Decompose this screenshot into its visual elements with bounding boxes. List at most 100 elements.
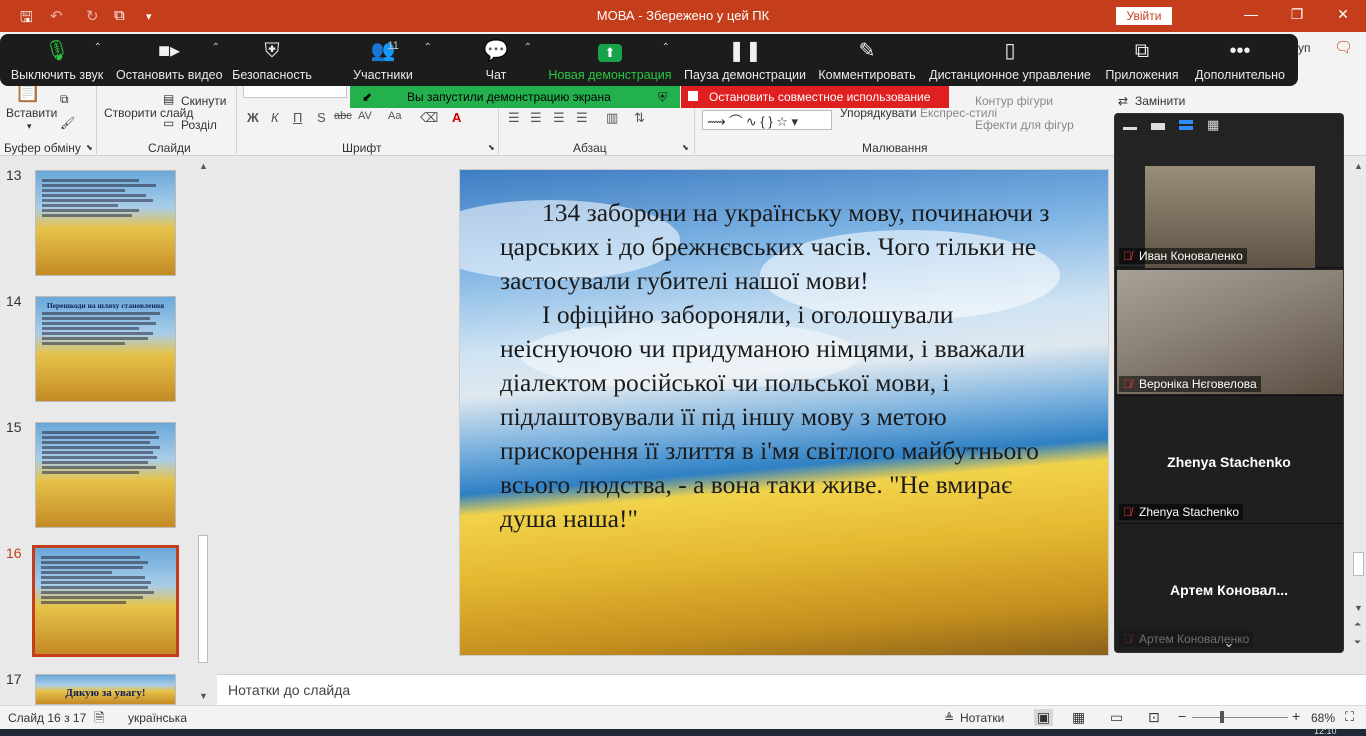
paste-button[interactable]: Вставити (6, 106, 57, 120)
char-spacing-button[interactable]: AV (358, 110, 372, 122)
columns-icon[interactable]: ▥ (606, 110, 618, 126)
copy-icon[interactable]: ⧉ (60, 92, 69, 107)
participant-tile[interactable]: 🎙̸ Иван Коноваленко (1115, 140, 1343, 268)
scroll-up-icon[interactable]: ▲ (199, 161, 208, 171)
shadow-button[interactable]: S (317, 110, 326, 125)
font-name-field[interactable] (243, 84, 347, 98)
zoom-slider[interactable] (1192, 717, 1288, 718)
participant-tile[interactable]: Zhenya Stachenko 🎙̸ Zhenya Stachenko (1115, 396, 1343, 524)
participant-tile[interactable]: 🎙̸ Вероніка Нєговелова (1115, 268, 1343, 396)
align-text-icon[interactable]: ⇅ (634, 110, 645, 126)
participant-tile[interactable]: Артем Коновал... 🎙̸ Артем Коноваленко ⌄ (1115, 524, 1343, 652)
section-icon[interactable]: ▭ (163, 116, 174, 130)
new-share-button[interactable]: ⬆ Новая демонстрация ⌃ (548, 40, 672, 84)
ribbon-tab-partial[interactable]: уп (1298, 41, 1311, 55)
replace-button[interactable]: Замінити (1135, 94, 1185, 108)
language-indicator[interactable]: українська (128, 711, 187, 725)
dialog-launcher-icon[interactable]: ⬊ (682, 143, 689, 152)
normal-view-icon[interactable]: ▣ (1034, 709, 1054, 726)
italic-button[interactable]: К (271, 110, 279, 125)
zoom-in-icon[interactable]: + (1292, 708, 1300, 724)
replace-icon[interactable]: ⇄ (1118, 94, 1128, 108)
prev-slide-icon[interactable]: ⏶ (1354, 619, 1361, 630)
chevron-up-icon[interactable]: ⌃ (524, 42, 532, 53)
slide-body-text[interactable]: 134 заборони на українську мову, починаю… (500, 196, 1060, 536)
participant-name: 🎙̸ Zhenya Stachenko (1119, 504, 1244, 520)
justify-icon[interactable]: ☰ (576, 110, 588, 126)
close-button[interactable]: ✕ (1328, 6, 1358, 23)
remote-control-button[interactable]: ▯ Дистанционное управление (928, 40, 1092, 84)
minimize-button[interactable]: — (1236, 6, 1266, 22)
shapes-gallery[interactable]: ⟿ ⌒ ∿ { } ☆ ▾ (702, 110, 832, 130)
chat-button[interactable]: 💬 Чат ⌃ (474, 40, 532, 84)
scroll-thumb[interactable] (198, 535, 208, 663)
align-center-icon[interactable]: ☰ (530, 110, 542, 126)
align-right-icon[interactable]: ☰ (553, 110, 565, 126)
arrange-button[interactable]: Упорядкувати (840, 106, 917, 120)
zoom-slider-thumb[interactable] (1220, 711, 1224, 723)
drag-handle-icon[interactable]: ⬋ (362, 90, 372, 104)
speaker-notes-field[interactable]: Нотатки до слайда (217, 674, 1366, 705)
thumbnails-scrollbar[interactable]: ▲ ▼ (196, 157, 211, 705)
change-case-button[interactable]: Aa (388, 110, 401, 122)
layout-icon[interactable]: ▤ (163, 92, 174, 106)
gallery-view-icon[interactable]: ▦ (1207, 118, 1221, 131)
thumbnail-slide-13[interactable] (35, 170, 176, 276)
scroll-up-icon[interactable]: ▲ (1354, 161, 1363, 171)
chevron-up-icon[interactable]: ⌃ (662, 42, 670, 53)
shape-outline-button[interactable]: Контур фігури (975, 94, 1053, 108)
font-color-icon[interactable]: A (452, 110, 461, 125)
thumbnail-slide-17[interactable]: Дякую за увагу! (35, 674, 176, 705)
shape-effects-button[interactable]: Ефекти для фігур (975, 118, 1074, 132)
scroll-down-icon[interactable]: ▼ (199, 691, 208, 701)
chevron-down-icon[interactable]: ▾ (27, 121, 32, 132)
mute-button[interactable]: 🎙 Выключить звук ⌃ (10, 40, 104, 84)
stop-video-button[interactable]: ■▸ Остановить видео ⌃ (116, 40, 223, 84)
slide-sorter-icon[interactable]: ▦ (1072, 709, 1085, 726)
zoom-level[interactable]: 68% (1311, 711, 1335, 725)
dialog-launcher-icon[interactable]: ⬊ (86, 143, 93, 152)
slideshow-icon[interactable]: ⊡ (1148, 709, 1160, 726)
reading-view-icon[interactable]: ▭ (1110, 709, 1123, 726)
comment-icon[interactable]: 🗨 (1334, 38, 1353, 56)
sign-in-button[interactable]: Увійти (1116, 7, 1172, 25)
section-button[interactable]: Розділ (181, 118, 217, 132)
clear-formatting-icon[interactable]: ⌫ (420, 110, 438, 126)
participants-button[interactable]: 👥 11 Участники ⌃ (346, 40, 432, 84)
thumbnail-slide-16[interactable] (32, 545, 179, 657)
strikethrough-button[interactable]: abc (334, 110, 352, 122)
reset-button[interactable]: Скинути (181, 94, 226, 108)
speaker-view-icon[interactable] (1179, 120, 1193, 124)
scroll-down-chevron-icon[interactable]: ⌄ (1115, 635, 1343, 651)
format-painter-icon[interactable]: 🖌 (60, 116, 75, 130)
notes-toggle-button[interactable]: Нотатки (960, 711, 1004, 725)
align-left-icon[interactable]: ☰ (508, 110, 520, 126)
thumbnail-view-icon[interactable] (1151, 123, 1165, 130)
restore-button[interactable]: ❐ (1282, 6, 1312, 23)
scroll-down-icon[interactable]: ▼ (1354, 603, 1363, 613)
zoom-out-icon[interactable]: − (1178, 708, 1186, 724)
chevron-up-icon[interactable]: ⌃ (424, 42, 432, 53)
pause-share-button[interactable]: ❚❚ Пауза демонстрации (684, 40, 806, 84)
thumbnail-title: Перешкоди на шляху становлення (46, 301, 165, 310)
annotate-button[interactable]: ✎ Комментировать (816, 40, 918, 84)
stop-share-button[interactable]: Остановить совместное использование (681, 86, 949, 108)
fit-to-window-icon[interactable]: ⛶ (1345, 709, 1354, 725)
slide-scrollbar[interactable]: ▲ ▼ ⏶ ⏷ (1350, 157, 1366, 672)
apps-button[interactable]: ⧉ Приложения (1102, 40, 1182, 84)
security-button[interactable]: ⛨ Безопасность (232, 40, 312, 84)
spellcheck-icon[interactable]: 🗎 (94, 709, 104, 731)
bold-button[interactable]: Ж (247, 110, 259, 125)
more-button[interactable]: ••• Дополнительно (1194, 40, 1286, 84)
chevron-up-icon[interactable]: ⌃ (212, 42, 220, 53)
scroll-thumb[interactable] (1353, 552, 1364, 576)
minimize-video-icon[interactable] (1123, 127, 1137, 130)
thumbnail-slide-14[interactable]: Перешкоди на шляху становлення (35, 296, 176, 402)
slide-canvas[interactable]: 134 заборони на українську мову, починаю… (459, 169, 1109, 656)
chevron-up-icon[interactable]: ⌃ (94, 42, 102, 53)
thumbnail-slide-15[interactable] (35, 422, 176, 528)
new-slide-button[interactable]: Створити слайд (104, 106, 193, 120)
next-slide-icon[interactable]: ⏷ (1354, 637, 1361, 648)
dialog-launcher-icon[interactable]: ⬊ (488, 143, 495, 152)
underline-button[interactable]: П (293, 110, 302, 125)
